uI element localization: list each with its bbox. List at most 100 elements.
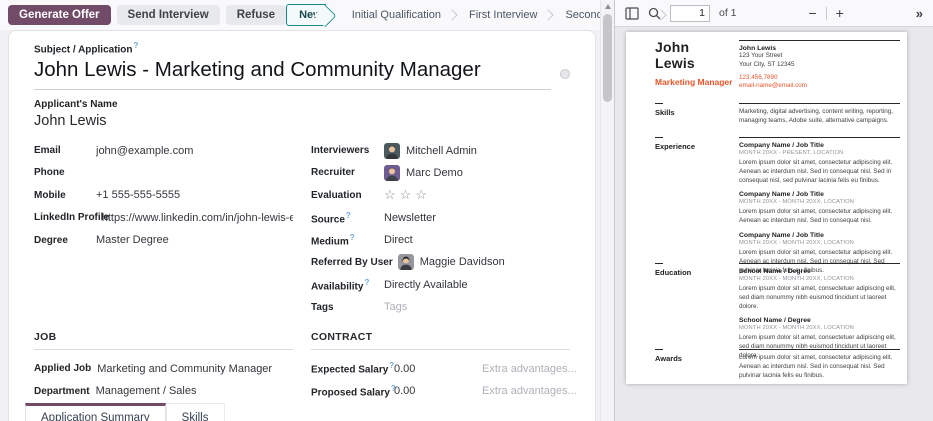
send-interview-button[interactable]: Send Interview <box>117 5 220 25</box>
expected-salary-extra-advantages[interactable]: Extra advantages... <box>482 363 577 375</box>
zoom-in-icon[interactable]: + <box>836 6 844 20</box>
experience-entry-meta: MONTH 20XX - PRESENT, LOCATION <box>739 150 900 156</box>
linkedin-label: LinkedIn Profile <box>34 212 102 223</box>
field-row-expected-salary: Expected Salary? 0.00 Extra advantages..… <box>311 357 570 379</box>
expected-salary-value[interactable]: 0.00 <box>394 363 482 375</box>
degree-value[interactable]: Master Degree <box>96 234 169 246</box>
proposed-salary-extra-advantages[interactable]: Extra advantages... <box>482 385 577 397</box>
section-dash <box>655 349 663 350</box>
avatar <box>384 143 400 159</box>
resume-header: John Lewis Marketing Manager John Lewis … <box>626 40 900 91</box>
contact-phone: 123.456.7890 <box>739 74 900 83</box>
toolbar-more-chevrons-icon[interactable]: » <box>916 6 923 21</box>
education-entry-body: Lorem ipsum dolor sit amet, consectetuer… <box>739 285 900 311</box>
page-number-input[interactable] <box>670 5 710 22</box>
star-icon[interactable]: ☆ <box>400 187 416 202</box>
resume-contact-block: John Lewis 123 Your Street Your City, ST… <box>739 40 900 91</box>
section-dash <box>655 103 663 104</box>
recruiter-name: Marc Demo <box>406 167 463 179</box>
tags-label: Tags <box>311 302 384 313</box>
recruiter-value[interactable]: Marc Demo <box>384 165 463 181</box>
field-row-proposed-salary: Proposed Salary? 0.00 Extra advantages..… <box>311 380 570 402</box>
phone-label: Phone <box>34 167 96 178</box>
awards-text: Lorem ipsum dolor sit amet, consectetur … <box>739 354 900 380</box>
pdf-viewer-panel: of 1 − + » John Lewis Marketing Manager <box>614 0 933 421</box>
field-row-medium: Medium? Direct <box>311 229 570 251</box>
field-row-phone: Phone <box>34 162 293 184</box>
skills-heading: Skills <box>655 108 739 117</box>
field-column-right: Interviewers Mitchell Admin <box>311 139 570 318</box>
department-value[interactable]: Management / Sales <box>96 385 197 397</box>
field-row-recruiter: Recruiter Marc Demo <box>311 162 570 184</box>
resume-skills-section: Skills Marketing, digital advertising, c… <box>626 103 900 126</box>
statusbar: Generate Offer Send Interview Refuse New… <box>0 0 600 30</box>
linkedin-value[interactable]: https://www.linkedin.com/in/john-lewis-e… <box>102 212 293 224</box>
star-icon[interactable]: ☆ <box>384 187 400 202</box>
experience-entry-title: Company Name / Job Title <box>739 191 900 198</box>
tab-application-summary[interactable]: Application Summary <box>25 403 166 421</box>
recruitment-application-window: Generate Offer Send Interview Refuse New… <box>0 0 933 421</box>
star-icon[interactable]: ☆ <box>415 187 431 202</box>
action-buttons: Generate Offer Send Interview Refuse <box>8 5 286 25</box>
stage-new[interactable]: New <box>286 4 326 26</box>
source-label: Source? <box>311 211 384 225</box>
evaluation-rating[interactable]: ☆☆☆ <box>384 187 431 203</box>
evaluation-label: Evaluation <box>311 190 384 201</box>
field-row-interviewers: Interviewers Mitchell Admin <box>311 139 570 161</box>
scrollbar-thumb[interactable] <box>603 14 612 102</box>
zoom-controls: − + <box>808 6 843 20</box>
experience-entry: Company Name / Job Title MONTH 20XX - MO… <box>739 191 900 226</box>
resume-awards-section: Awards Lorem ipsum dolor sit amet, conse… <box>626 349 900 380</box>
interviewers-label: Interviewers <box>311 145 384 156</box>
pdf-page-area[interactable]: John Lewis Marketing Manager John Lewis … <box>615 27 933 421</box>
stage-first-interview[interactable]: First Interview <box>459 5 547 25</box>
notebook-tabs: Application Summary Skills <box>9 402 595 421</box>
expected-salary-label: Expected Salary? <box>311 361 394 375</box>
interviewers-value[interactable]: Mitchell Admin <box>384 143 477 159</box>
contact-name: John Lewis <box>739 45 900 52</box>
field-row-mobile: Mobile +1 555-555-5555 <box>34 184 293 206</box>
degree-label: Degree <box>34 235 96 246</box>
field-row-degree: Degree Master Degree <box>34 229 293 251</box>
help-marker: ? <box>134 41 139 50</box>
contract-section-header: CONTRACT <box>311 331 570 350</box>
form-scrollbar[interactable] <box>600 0 614 421</box>
referred-by-label: Referred By User <box>311 257 398 268</box>
section-dash <box>655 263 663 264</box>
activity-indicator[interactable] <box>560 69 570 79</box>
resume-role: Marketing Manager <box>655 77 739 87</box>
applicant-name-value[interactable]: John Lewis <box>34 113 570 129</box>
proposed-salary-label: Proposed Salary? <box>311 384 394 398</box>
experience-entry-body: Lorem ipsum dolor sit amet, consectetur … <box>739 208 900 226</box>
applicant-name-label: Applicant's Name <box>34 99 570 110</box>
education-entry-title: School Name / Degree <box>739 268 900 275</box>
zoom-out-icon[interactable]: − <box>808 6 816 20</box>
sidebar-toggle-icon[interactable] <box>625 7 639 20</box>
tags-input[interactable]: Tags <box>384 301 407 313</box>
contract-section: CONTRACT Expected Salary? 0.00 Extra adv… <box>311 331 570 402</box>
experience-entry-title: Company Name / Job Title <box>739 142 900 149</box>
scroll-up-arrow-icon[interactable] <box>605 4 611 9</box>
form-panel: Generate Offer Send Interview Refuse New… <box>0 0 600 421</box>
interviewers-name: Mitchell Admin <box>406 145 477 157</box>
applied-job-value[interactable]: Marketing and Community Manager <box>97 363 272 375</box>
department-label: Department <box>34 386 96 397</box>
referred-by-name: Maggie Davidson <box>420 256 505 268</box>
mobile-value[interactable]: +1 555-555-5555 <box>96 189 180 201</box>
medium-value[interactable]: Direct <box>384 234 413 246</box>
email-value[interactable]: john@example.com <box>96 145 193 157</box>
source-value[interactable]: Newsletter <box>384 212 436 224</box>
generate-offer-button[interactable]: Generate Offer <box>8 5 111 25</box>
availability-value[interactable]: Directly Available <box>384 279 468 291</box>
tab-skills[interactable]: Skills <box>166 403 225 421</box>
proposed-salary-value[interactable]: 0.00 <box>394 385 482 397</box>
stage-initial-qualification[interactable]: Initial Qualification <box>342 5 451 25</box>
refuse-button[interactable]: Refuse <box>226 5 286 25</box>
toolbar-divider <box>826 7 827 20</box>
field-row-source: Source? Newsletter <box>311 207 570 229</box>
page-title[interactable]: John Lewis - Marketing and Community Man… <box>34 58 551 90</box>
referred-by-value[interactable]: Maggie Davidson <box>398 254 505 270</box>
field-row-tags: Tags Tags <box>311 296 570 318</box>
help-marker: ? <box>346 211 351 220</box>
job-section-header: JOB <box>34 331 293 350</box>
